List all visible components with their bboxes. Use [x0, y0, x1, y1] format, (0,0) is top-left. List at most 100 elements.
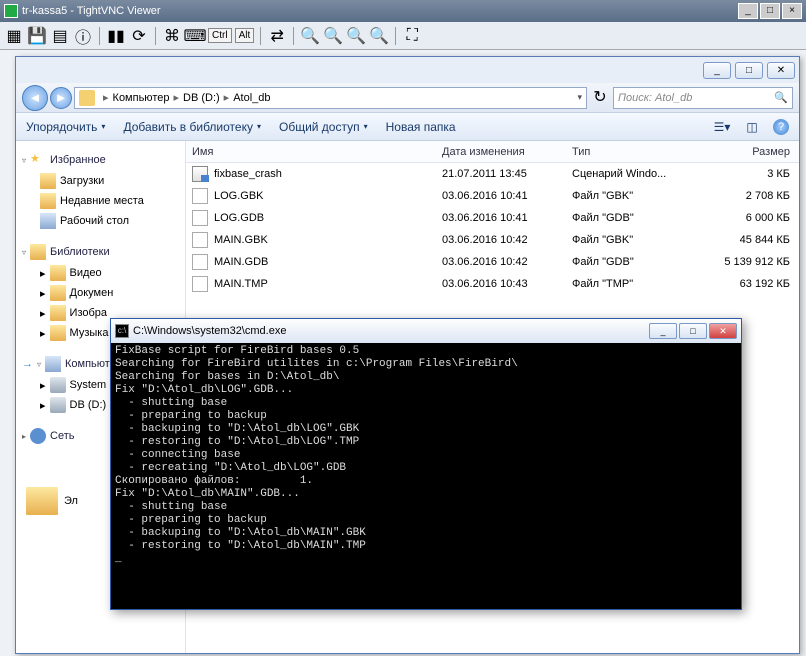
zoom-in-icon[interactable]: 🔍: [300, 26, 320, 46]
col-size[interactable]: Размер: [696, 146, 796, 158]
file-type: Файл "TMP": [566, 278, 696, 290]
file-date: 21.07.2011 13:45: [436, 168, 566, 180]
file-row[interactable]: MAIN.GDB03.06.2016 10:42Файл "GDB"5 139 …: [186, 251, 799, 273]
pause-icon[interactable]: ▮▮: [106, 26, 126, 46]
file-size: 63 192 КБ: [696, 278, 796, 290]
maximize-button[interactable]: □: [760, 3, 780, 19]
info-icon[interactable]: ⓘ: [73, 26, 93, 46]
file-type: Файл "GBK": [566, 234, 696, 246]
add-to-library-menu[interactable]: Добавить в библиотеку▾: [123, 120, 261, 134]
file-icon: [192, 166, 208, 182]
file-type: Сценарий Windo...: [566, 168, 696, 180]
crumb-drive[interactable]: DB (D:): [183, 92, 220, 104]
help-icon[interactable]: ?: [773, 119, 789, 135]
exp-close-button[interactable]: ✕: [767, 62, 795, 79]
vnc-title-text: tr-kassa5 - TightVNC Viewer: [22, 5, 161, 17]
breadcrumb-dropdown-icon[interactable]: ▾: [577, 92, 582, 103]
file-name: LOG.GDB: [214, 212, 264, 224]
file-type: Файл "GDB": [566, 256, 696, 268]
folder-large-icon: [26, 487, 58, 515]
cmd-maximize-button[interactable]: □: [679, 323, 707, 339]
sidebar-item-recent[interactable]: Недавние места: [20, 191, 181, 211]
crumb-folder[interactable]: Atol_db: [233, 92, 270, 104]
exp-minimize-button[interactable]: _: [703, 62, 731, 79]
file-icon: [192, 254, 208, 270]
file-name: LOG.GBK: [214, 190, 264, 202]
file-size: 45 844 КБ: [696, 234, 796, 246]
address-bar: ◄ ► ▸ Компьютер ▸ DB (D:) ▸ Atol_db ▾ ↻ …: [16, 83, 799, 113]
file-date: 03.06.2016 10:41: [436, 190, 566, 202]
file-date: 03.06.2016 10:41: [436, 212, 566, 224]
explorer-toolbar: Упорядочить▾ Добавить в библиотеку▾ Общи…: [16, 113, 799, 141]
col-date[interactable]: Дата изменения: [436, 146, 566, 158]
forward-button[interactable]: ►: [50, 87, 72, 109]
sidebar-item-desktop[interactable]: Рабочий стол: [20, 211, 181, 231]
chevron-right-icon: ▸: [224, 91, 230, 104]
chevron-right-icon: ▸: [173, 91, 179, 104]
organize-menu[interactable]: Упорядочить▾: [26, 120, 105, 134]
new-conn-icon[interactable]: ▦: [4, 26, 24, 46]
alt-key[interactable]: Alt: [235, 28, 255, 43]
cmd-minimize-button[interactable]: _: [649, 323, 677, 339]
cmd-window: c:\ C:\Windows\system32\cmd.exe _ □ ✕ Fi…: [110, 318, 742, 610]
preview-pane-icon[interactable]: ◫: [743, 118, 761, 136]
file-name: MAIN.GBK: [214, 234, 268, 246]
sidebar-libraries[interactable]: ▿Библиотеки: [20, 241, 181, 263]
file-row[interactable]: fixbase_crash 21.07.2011 13:45Сценарий Wi…: [186, 163, 799, 185]
view-mode-icon[interactable]: ☰▾: [713, 118, 731, 136]
file-row[interactable]: MAIN.TMP 03.06.2016 10:43Файл "TMP"63 192…: [186, 273, 799, 295]
file-row[interactable]: LOG.GBK03.06.2016 10:41Файл "GBK"2 708 К…: [186, 185, 799, 207]
ctrl-key[interactable]: Ctrl: [208, 28, 232, 43]
save-icon[interactable]: 💾: [27, 26, 47, 46]
exp-maximize-button[interactable]: □: [735, 62, 763, 79]
breadcrumb[interactable]: ▸ Компьютер ▸ DB (D:) ▸ Atol_db ▾: [74, 87, 587, 109]
vnc-toolbar: ▦ 💾 ▤ ⓘ ▮▮ ⟳ ⌘ ⌨ Ctrl Alt ⇄ 🔍 🔍 🔍 🔍 ⛶: [0, 22, 806, 50]
zoom-auto-icon[interactable]: 🔍: [369, 26, 389, 46]
file-date: 03.06.2016 10:43: [436, 278, 566, 290]
drive-icon: [79, 90, 95, 106]
file-row[interactable]: LOG.GDB 03.06.2016 10:41Файл "GDB"6 000 К…: [186, 207, 799, 229]
sidebar-item-video[interactable]: ▸Видео: [20, 263, 181, 283]
file-name: fixbase_crash: [214, 168, 282, 180]
share-menu[interactable]: Общий доступ▾: [279, 120, 368, 134]
column-headers: Имя Дата изменения Тип Размер: [186, 141, 799, 163]
file-row[interactable]: MAIN.GBK03.06.2016 10:42Файл "GBK"45 844…: [186, 229, 799, 251]
search-input[interactable]: Поиск: Atol_db 🔍: [613, 87, 793, 109]
file-name: MAIN.TMP: [214, 278, 268, 290]
zoom-out-icon[interactable]: 🔍: [323, 26, 343, 46]
cad-icon[interactable]: ⌘: [162, 26, 182, 46]
file-size: 2 708 КБ: [696, 190, 796, 202]
close-button[interactable]: ×: [782, 3, 802, 19]
vnc-titlebar: tr-kassa5 - TightVNC Viewer _ □ ×: [0, 0, 806, 22]
file-type: Файл "GDB": [566, 212, 696, 224]
new-folder-button[interactable]: Новая папка: [386, 120, 456, 134]
sidebar-item-downloads[interactable]: Загрузки: [20, 171, 181, 191]
cmd-close-button[interactable]: ✕: [709, 323, 737, 339]
transfer-icon[interactable]: ⇄: [267, 26, 287, 46]
sidebar-item-documents[interactable]: ▸Докумен: [20, 283, 181, 303]
col-name[interactable]: Имя: [186, 146, 436, 158]
sidebar-favorites[interactable]: ▿★Избранное: [20, 149, 181, 171]
options-icon[interactable]: ▤: [50, 26, 70, 46]
refresh-icon[interactable]: ⟳: [129, 26, 149, 46]
zoom-100-icon[interactable]: 🔍: [346, 26, 366, 46]
file-icon: [192, 188, 208, 204]
cmd-title-text: C:\Windows\system32\cmd.exe: [133, 325, 286, 337]
refresh-button[interactable]: ↻: [589, 87, 611, 109]
back-button[interactable]: ◄: [22, 85, 48, 111]
fullscreen-icon[interactable]: ⛶: [402, 26, 422, 46]
file-size: 3 КБ: [696, 168, 796, 180]
key-icon[interactable]: ⌨: [185, 26, 205, 46]
chevron-right-icon: ▸: [103, 91, 109, 104]
cmd-titlebar[interactable]: c:\ C:\Windows\system32\cmd.exe _ □ ✕: [111, 319, 741, 343]
explorer-titlebar: _ □ ✕: [16, 57, 799, 83]
search-placeholder: Поиск: Atol_db: [618, 92, 692, 104]
cmd-icon: c:\: [115, 324, 129, 338]
minimize-button[interactable]: _: [738, 3, 758, 19]
crumb-computer[interactable]: Компьютер: [113, 92, 170, 104]
file-icon: [192, 276, 208, 292]
cmd-output: FixBase script for FireBird bases 0.5 Se…: [111, 343, 741, 609]
file-date: 03.06.2016 10:42: [436, 256, 566, 268]
col-type[interactable]: Тип: [566, 146, 696, 158]
file-size: 6 000 КБ: [696, 212, 796, 224]
